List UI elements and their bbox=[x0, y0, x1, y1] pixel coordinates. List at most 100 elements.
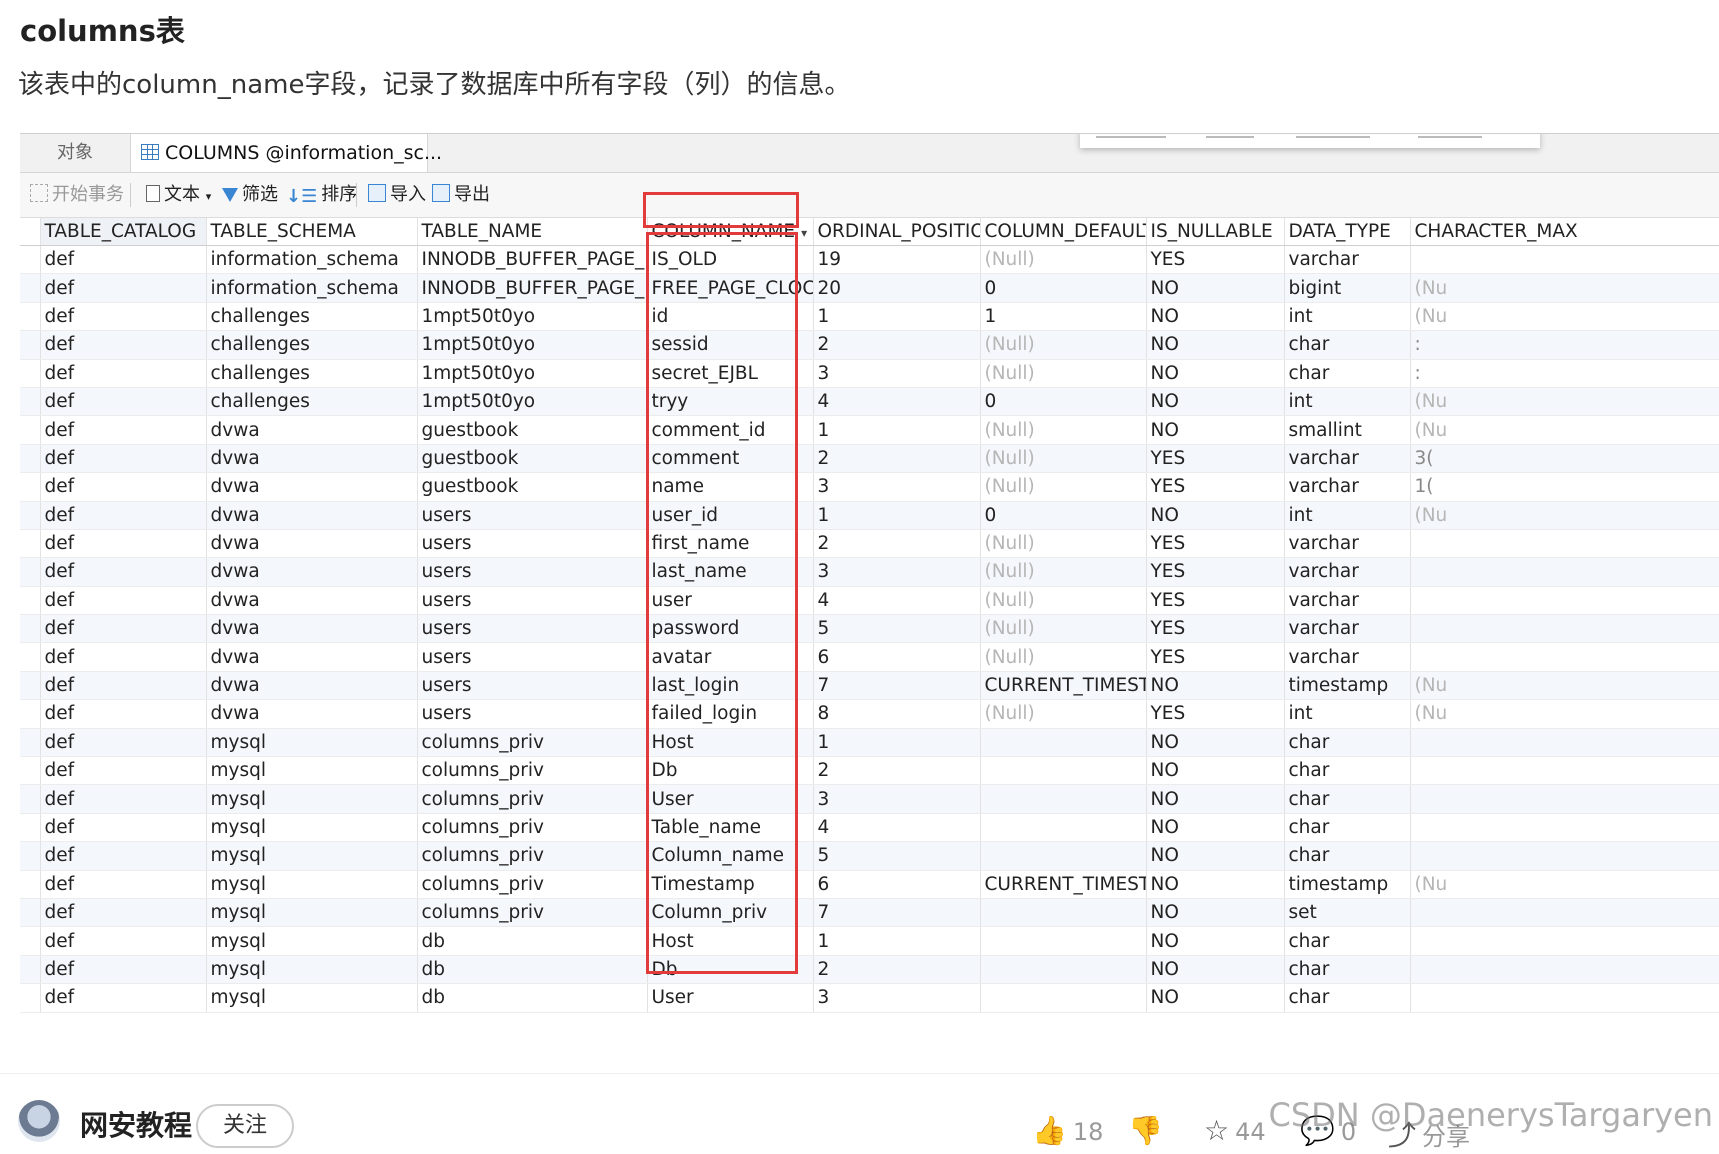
cell-table-schema[interactable]: dvwa bbox=[206, 586, 418, 616]
cell-ordinal-position[interactable]: 4 bbox=[813, 586, 981, 616]
row-selector[interactable] bbox=[20, 813, 41, 843]
cell-table-schema[interactable]: challenges bbox=[206, 302, 418, 332]
cell-table-name[interactable]: columns_priv bbox=[417, 728, 648, 758]
cell-column-name[interactable]: User bbox=[647, 784, 814, 814]
cell-character-max[interactable]: (Nu bbox=[1410, 387, 1719, 417]
cell-data-type[interactable]: int bbox=[1284, 699, 1411, 729]
cell-column-name[interactable]: secret_EJBL bbox=[647, 359, 814, 388]
cell-ordinal-position[interactable]: 3 bbox=[813, 472, 981, 502]
table-row[interactable]: def challenges 1mpt50t0yo tryy 4 0 NO int (Nu bbox=[20, 387, 1719, 417]
cell-table-catalog[interactable]: def bbox=[40, 756, 207, 786]
row-selector[interactable] bbox=[20, 586, 41, 616]
cell-ordinal-position[interactable]: 5 bbox=[813, 614, 981, 644]
cell-column-default[interactable]: 0 bbox=[980, 501, 1147, 530]
cell-column-default[interactable] bbox=[980, 926, 1147, 956]
cell-is-nullable[interactable]: YES bbox=[1146, 557, 1285, 587]
cell-is-nullable[interactable]: NO bbox=[1146, 784, 1285, 814]
cell-character-max[interactable]: : bbox=[1410, 330, 1719, 360]
table-row[interactable]: def mysql columns_priv Timestamp 6 CURRENT_TI… bbox=[20, 870, 1719, 899]
cell-data-type[interactable]: varchar bbox=[1284, 614, 1411, 644]
cell-column-default[interactable]: (Null) bbox=[980, 529, 1147, 559]
table-row[interactable]: def dvwa users user 4 (Null) YES varchar bbox=[20, 586, 1719, 616]
cell-column-name[interactable]: user bbox=[647, 586, 814, 616]
header-data-type[interactable]: DATA_TYPE bbox=[1284, 218, 1411, 246]
cell-column-name[interactable]: sessid bbox=[647, 330, 814, 360]
table-row[interactable]: def mysql columns_priv Table_name 4 NO char bbox=[20, 813, 1719, 843]
cell-is-nullable[interactable]: YES bbox=[1146, 699, 1285, 729]
cell-column-default[interactable]: (Null) bbox=[980, 699, 1147, 729]
cell-column-default[interactable]: 0 bbox=[980, 273, 1147, 303]
cell-table-name[interactable]: 1mpt50t0yo bbox=[417, 387, 648, 417]
cell-is-nullable[interactable]: YES bbox=[1146, 444, 1285, 474]
cell-character-max[interactable]: 3( bbox=[1410, 444, 1719, 474]
cell-ordinal-position[interactable]: 1 bbox=[813, 501, 981, 530]
cell-column-default[interactable]: 1 bbox=[980, 302, 1147, 332]
cell-table-catalog[interactable]: def bbox=[40, 955, 207, 985]
cell-column-name[interactable]: Host bbox=[647, 926, 814, 956]
cell-table-name[interactable]: db bbox=[417, 983, 648, 1013]
cell-table-name[interactable]: users bbox=[417, 529, 648, 559]
table-row[interactable]: def dvwa guestbook name 3 (Null) YES varchar 1( bbox=[20, 472, 1719, 502]
cell-data-type[interactable]: char bbox=[1284, 841, 1411, 871]
cell-table-schema[interactable]: mysql bbox=[206, 926, 418, 956]
cell-table-name[interactable]: columns_priv bbox=[417, 870, 648, 899]
cell-column-default[interactable]: (Null) bbox=[980, 415, 1147, 445]
cell-character-max[interactable]: (Nu bbox=[1410, 671, 1719, 701]
cell-column-default[interactable] bbox=[980, 728, 1147, 758]
cell-ordinal-position[interactable]: 2 bbox=[813, 955, 981, 985]
cell-column-default[interactable]: (Null) bbox=[980, 614, 1147, 644]
dislike-button[interactable]: 👎 bbox=[1128, 1114, 1169, 1147]
table-row[interactable]: def dvwa users last_name 3 (Null) YES varchar bbox=[20, 557, 1719, 587]
cell-table-schema[interactable]: mysql bbox=[206, 898, 418, 928]
cell-column-default[interactable]: (Null) bbox=[980, 472, 1147, 502]
cell-table-catalog[interactable]: def bbox=[40, 813, 207, 843]
cell-column-default[interactable] bbox=[980, 813, 1147, 843]
cell-table-catalog[interactable]: def bbox=[40, 557, 207, 587]
cell-data-type[interactable]: timestamp bbox=[1284, 870, 1411, 899]
table-row[interactable]: def dvwa users password 5 (Null) YES varchar bbox=[20, 614, 1719, 644]
row-selector[interactable] bbox=[20, 529, 41, 559]
cell-column-name[interactable]: Db bbox=[647, 756, 814, 786]
cell-column-name[interactable]: name bbox=[647, 472, 814, 502]
like-button[interactable]: 👍 18 bbox=[1032, 1114, 1103, 1147]
cell-character-max[interactable] bbox=[1410, 728, 1719, 758]
header-character-max[interactable]: CHARACTER_MAX bbox=[1410, 218, 1719, 246]
cell-table-name[interactable]: columns_priv bbox=[417, 756, 648, 786]
cell-table-schema[interactable]: mysql bbox=[206, 841, 418, 871]
cell-column-default[interactable] bbox=[980, 955, 1147, 985]
cell-is-nullable[interactable]: NO bbox=[1146, 955, 1285, 985]
row-selector[interactable] bbox=[20, 614, 41, 644]
cell-table-name[interactable]: db bbox=[417, 955, 648, 985]
cell-ordinal-position[interactable]: 20 bbox=[813, 273, 981, 303]
table-row[interactable]: def dvwa users first_name 2 (Null) YES varchar bbox=[20, 529, 1719, 559]
cell-character-max[interactable] bbox=[1410, 926, 1719, 956]
row-selector[interactable] bbox=[20, 756, 41, 786]
import-button[interactable]: 导入 bbox=[368, 182, 426, 208]
cell-column-name[interactable]: failed_login bbox=[647, 699, 814, 729]
cell-table-schema[interactable]: dvwa bbox=[206, 415, 418, 445]
header-is-nullable[interactable]: IS_NULLABLE bbox=[1146, 218, 1285, 246]
cell-table-name[interactable]: 1mpt50t0yo bbox=[417, 359, 648, 388]
cell-ordinal-position[interactable]: 2 bbox=[813, 756, 981, 786]
row-selector[interactable] bbox=[20, 926, 41, 956]
cell-data-type[interactable]: varchar bbox=[1284, 642, 1411, 672]
cell-is-nullable[interactable]: NO bbox=[1146, 813, 1285, 843]
cell-table-catalog[interactable]: def bbox=[40, 870, 207, 899]
cell-ordinal-position[interactable]: 6 bbox=[813, 870, 981, 899]
tab-columns-table[interactable]: COLUMNS @information_sc... bbox=[130, 134, 442, 172]
row-selector[interactable] bbox=[20, 557, 41, 587]
cell-character-max[interactable] bbox=[1410, 756, 1719, 786]
cell-is-nullable[interactable]: YES bbox=[1146, 472, 1285, 502]
cell-table-name[interactable]: guestbook bbox=[417, 444, 648, 474]
cell-data-type[interactable]: int bbox=[1284, 501, 1411, 530]
cell-table-name[interactable]: users bbox=[417, 614, 648, 644]
cell-data-type[interactable]: set bbox=[1284, 898, 1411, 928]
cell-is-nullable[interactable]: YES bbox=[1146, 586, 1285, 616]
cell-character-max[interactable]: (Nu bbox=[1410, 415, 1719, 445]
table-row[interactable]: def mysql db Host 1 NO char bbox=[20, 926, 1719, 956]
cell-ordinal-position[interactable]: 4 bbox=[813, 387, 981, 417]
cell-data-type[interactable]: char bbox=[1284, 359, 1411, 388]
cell-is-nullable[interactable]: NO bbox=[1146, 415, 1285, 445]
cell-table-schema[interactable]: dvwa bbox=[206, 671, 418, 701]
table-row[interactable]: def mysql db User 3 NO char bbox=[20, 983, 1719, 1013]
